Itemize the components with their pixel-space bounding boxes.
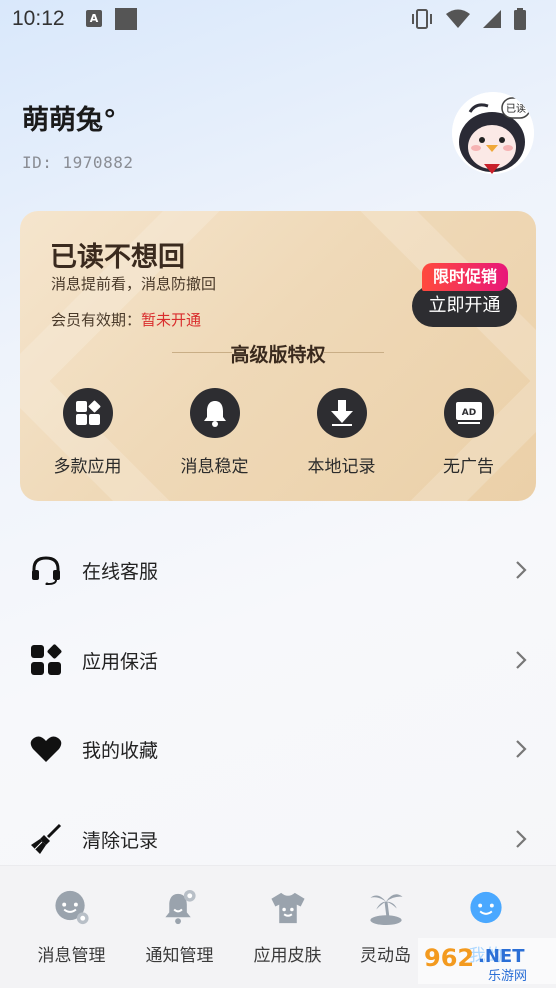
signal-icon: [483, 10, 501, 28]
status-icons: [410, 8, 526, 30]
divider-right: [324, 352, 384, 353]
apps-icon: [62, 388, 113, 438]
menu-label: 清除记录: [82, 829, 159, 852]
avatar-badge: 已读: [506, 102, 526, 115]
menu-item-online-service[interactable]: 在线客服: [0, 524, 556, 614]
settings-menu: 在线客服 应用保活 我的收藏 清除记录: [0, 524, 556, 882]
broom-icon: [30, 823, 62, 855]
vip-subtitle: 消息提前看，消息防撤回: [51, 275, 217, 293]
feature-local-records[interactable]: 本地记录: [287, 388, 397, 477]
download-icon: [316, 388, 367, 438]
menu-label: 我的收藏: [82, 740, 159, 762]
feature-label: 消息稳定: [180, 457, 249, 477]
nav-label: 应用皮肤: [253, 946, 322, 966]
svg-text:.NET: .NET: [478, 946, 525, 967]
site-watermark-logo: 962 .NET 乐游网: [418, 938, 556, 984]
chevron-right-icon: [516, 740, 527, 758]
svg-text:962: 962: [424, 944, 474, 972]
user-id: ID: 1970882: [22, 153, 134, 172]
chevron-right-icon: [516, 561, 527, 579]
menu-item-favorites[interactable]: 我的收藏: [0, 703, 556, 793]
premium-title: 高级版特权: [230, 344, 326, 366]
promo-badge: 限时促销: [422, 263, 508, 291]
notification-square-icon: [115, 8, 137, 30]
ad-icon: AD: [443, 388, 494, 438]
feature-stable-messages[interactable]: 消息稳定: [160, 388, 270, 477]
feature-list: 多款应用 消息稳定 本地记录 AD 无广告: [20, 388, 536, 477]
headset-icon: [30, 554, 62, 586]
status-bar: 10:12 A: [0, 0, 556, 40]
nav-tab-messages[interactable]: 消息管理: [16, 866, 127, 966]
bell-icon: [189, 388, 240, 438]
nav-label: 消息管理: [37, 946, 106, 966]
chevron-right-icon: [516, 829, 527, 848]
profile-face-icon: [469, 891, 502, 924]
tshirt-icon: [270, 892, 305, 924]
nav-tab-notifications[interactable]: 通知管理: [124, 866, 235, 966]
vip-title: 已读不想回: [50, 242, 185, 273]
feature-label: 多款应用: [53, 457, 122, 477]
avatar[interactable]: 已读: [452, 92, 534, 174]
nav-label: 灵动岛: [360, 946, 411, 966]
vip-card[interactable]: 已读不想回 消息提前看，消息防撤回 会员有效期：暂未开通 立即开通 限时促销 高…: [20, 211, 536, 501]
feature-no-ads[interactable]: AD 无广告: [414, 388, 524, 477]
nav-label: 通知管理: [145, 946, 214, 966]
vip-expire: 会员有效期：暂未开通: [51, 309, 201, 330]
feature-label: 本地记录: [307, 457, 376, 477]
username: 萌萌兔°: [22, 105, 117, 136]
open-vip-button[interactable]: 立即开通: [412, 285, 517, 327]
island-icon: [369, 894, 403, 926]
nav-tab-skins[interactable]: 应用皮肤: [232, 866, 343, 966]
chat-settings-icon: [54, 890, 89, 925]
bell-settings-icon: [164, 889, 196, 925]
status-time: 10:12: [12, 7, 65, 30]
apps-grid-icon: [30, 644, 62, 676]
ad-icon-text: AD: [461, 408, 475, 418]
expire-label: 会员有效期：: [51, 311, 142, 329]
chevron-right-icon: [516, 650, 527, 669]
svg-text:乐游网: 乐游网: [488, 969, 527, 984]
keyboard-notification-icon: A: [86, 10, 102, 27]
expire-value: 暂未开通: [141, 311, 202, 329]
feature-multi-apps[interactable]: 多款应用: [33, 388, 143, 477]
menu-label: 在线客服: [82, 561, 159, 583]
heart-icon: [30, 733, 62, 765]
penguin-avatar-icon: 已读: [452, 92, 534, 174]
menu-label: 应用保活: [82, 650, 159, 673]
battery-icon: [514, 8, 526, 30]
feature-label: 无广告: [443, 457, 494, 477]
wifi-icon: [446, 9, 470, 28]
vibrate-icon: [412, 9, 432, 29]
menu-item-app-keepalive[interactable]: 应用保活: [0, 614, 556, 704]
